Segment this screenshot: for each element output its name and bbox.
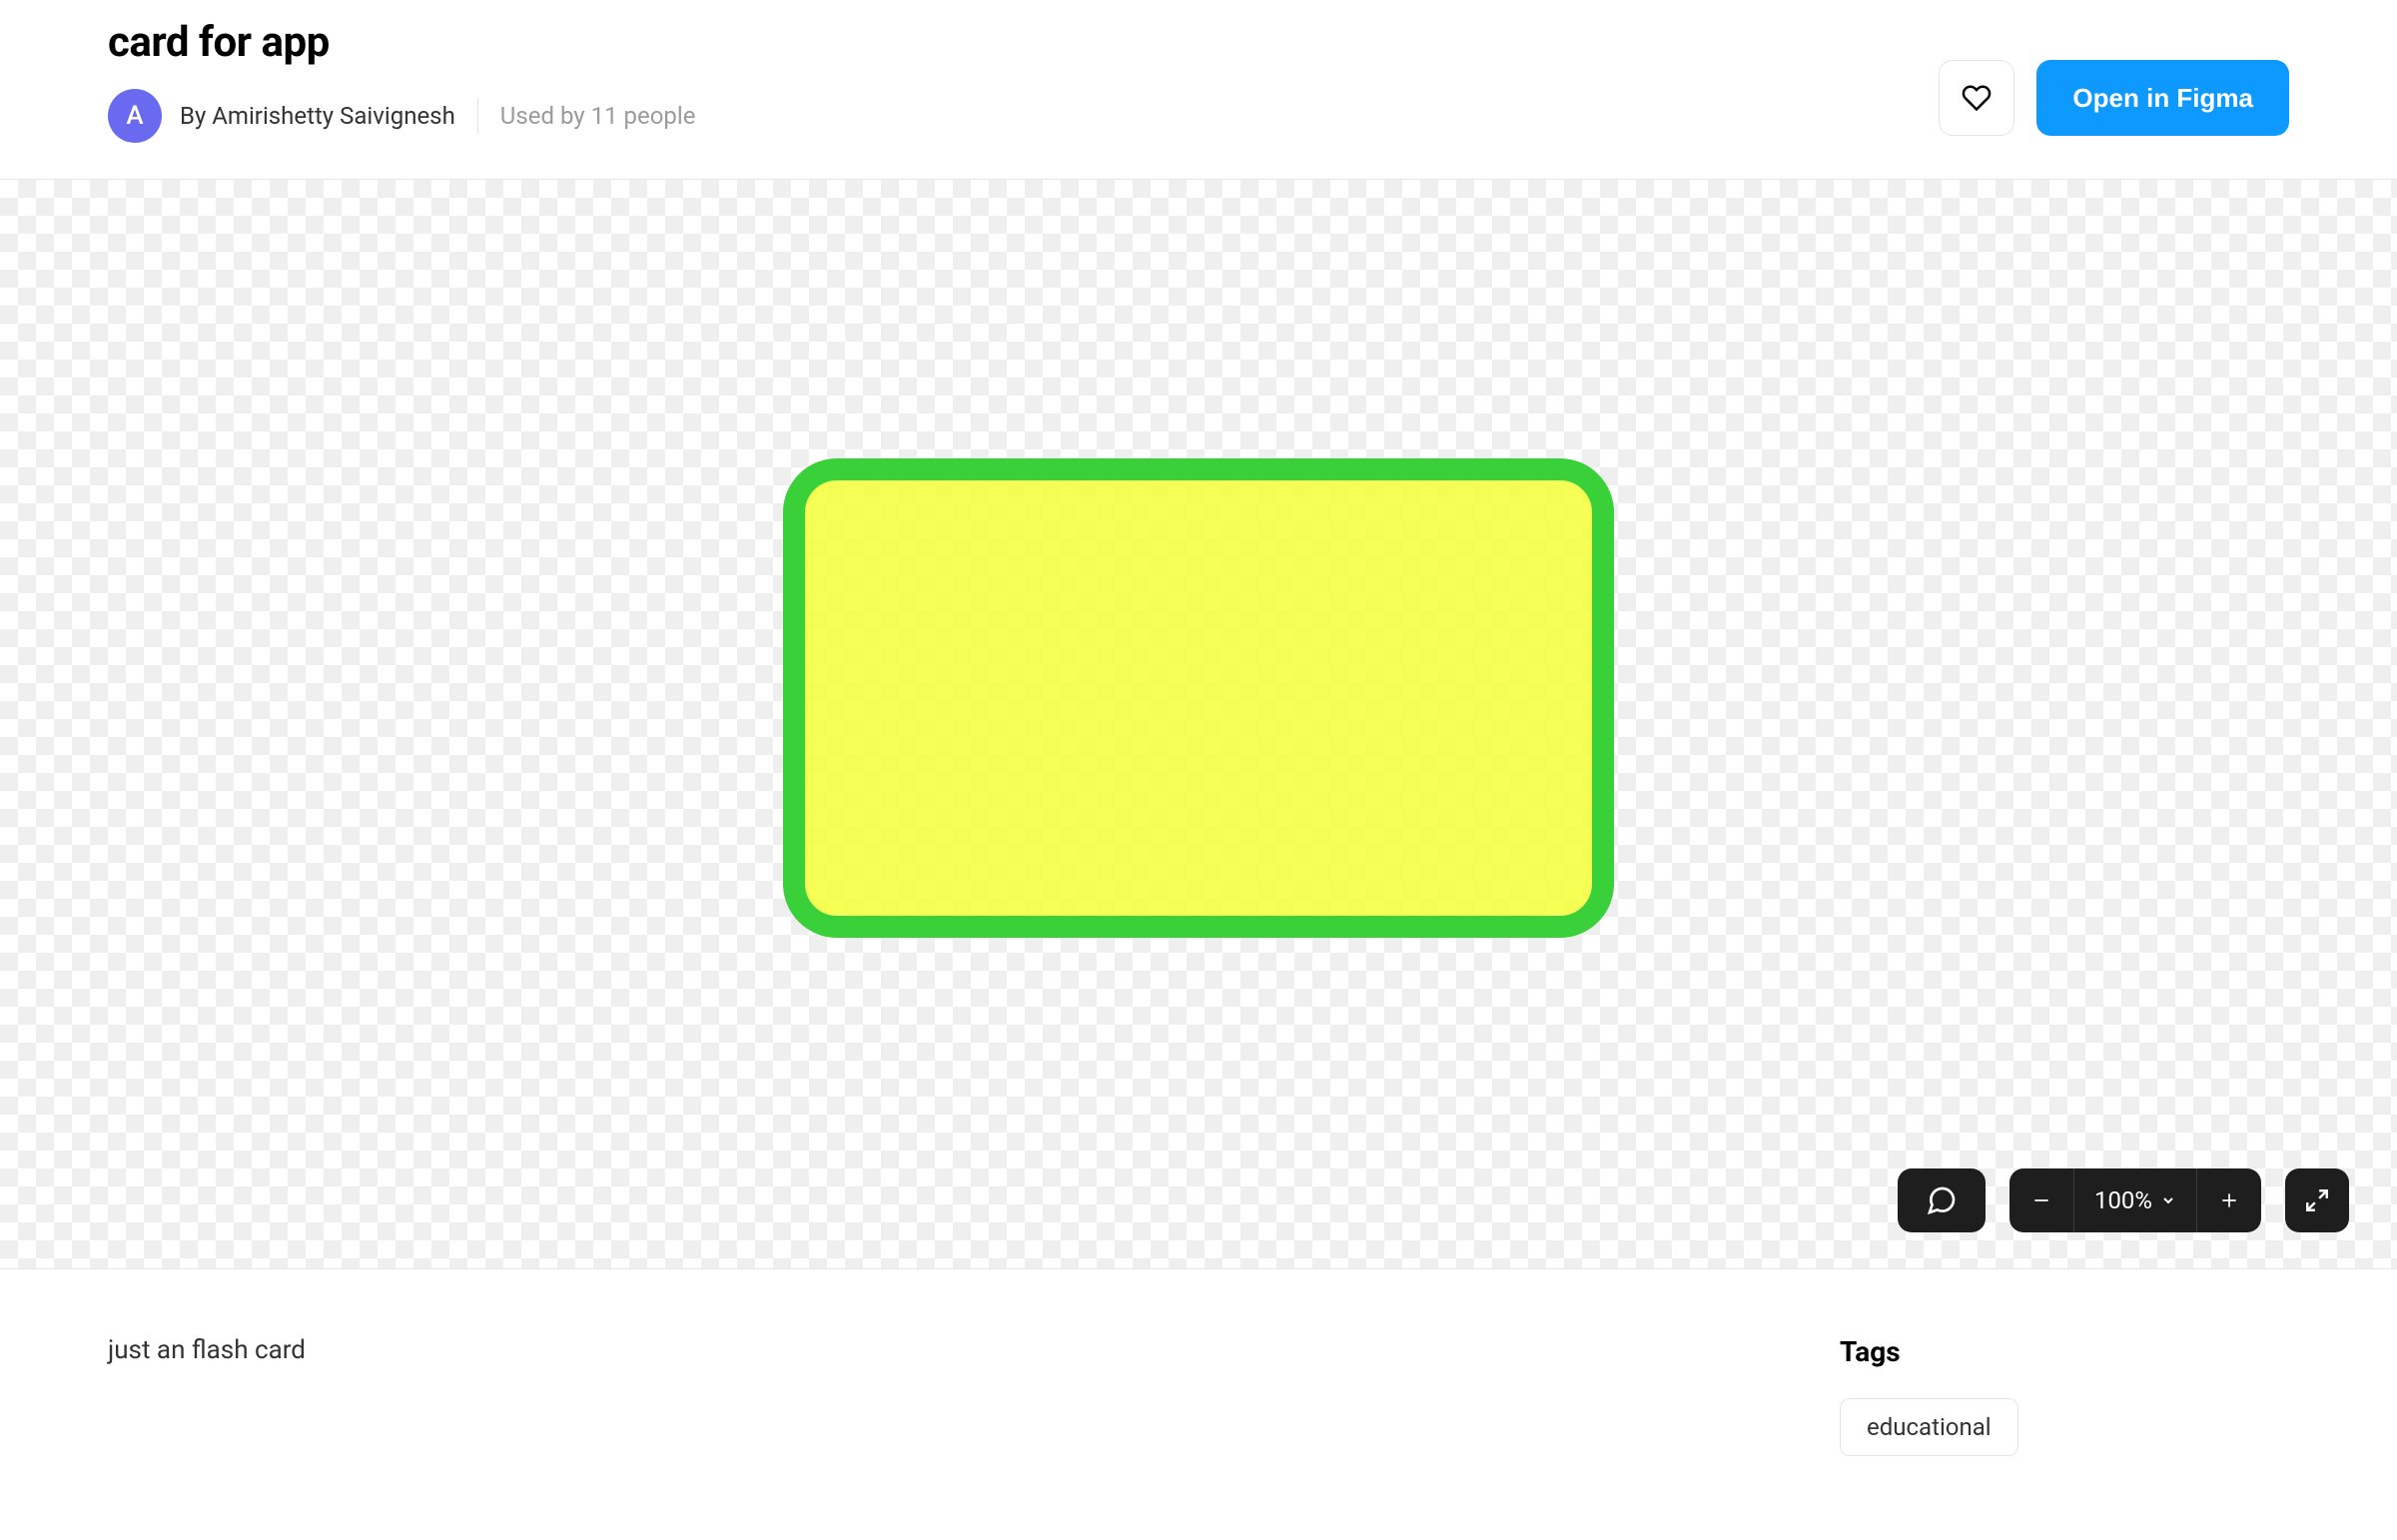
author-name: By Amirishetty Saivignesh [180, 102, 455, 130]
zoom-controls: 100% [2009, 1168, 2261, 1232]
author-link[interactable]: A By Amirishetty Saivignesh [108, 89, 455, 143]
like-button[interactable] [1939, 60, 2014, 136]
zoom-level-dropdown[interactable]: 100% [2074, 1168, 2196, 1232]
zoom-in-button[interactable] [2197, 1168, 2261, 1232]
heart-icon [1962, 83, 1992, 113]
meta-row: A By Amirishetty Saivignesh Used by 11 p… [108, 89, 695, 143]
page-title: card for app [108, 18, 695, 67]
chevron-down-icon [2160, 1192, 2176, 1208]
speech-bubble-icon [1926, 1184, 1958, 1216]
vertical-divider [477, 98, 478, 134]
expand-icon [2304, 1187, 2330, 1213]
comment-button[interactable] [1898, 1168, 1986, 1232]
tags-heading: Tags [1840, 1335, 2289, 1368]
usage-count: Used by 11 people [500, 102, 696, 130]
minus-icon [2031, 1190, 2051, 1210]
zoom-level-text: 100% [2094, 1186, 2152, 1214]
author-avatar: A [108, 89, 162, 143]
canvas-preview[interactable]: 100% [0, 179, 2397, 1269]
fullscreen-button[interactable] [2285, 1168, 2349, 1232]
resource-description: just an flash card [108, 1335, 306, 1365]
tag-educational[interactable]: educational [1840, 1398, 2018, 1456]
zoom-out-button[interactable] [2009, 1168, 2073, 1232]
card-shape [783, 458, 1614, 938]
plus-icon [2219, 1190, 2239, 1210]
open-in-figma-button[interactable]: Open in Figma [2036, 60, 2289, 136]
